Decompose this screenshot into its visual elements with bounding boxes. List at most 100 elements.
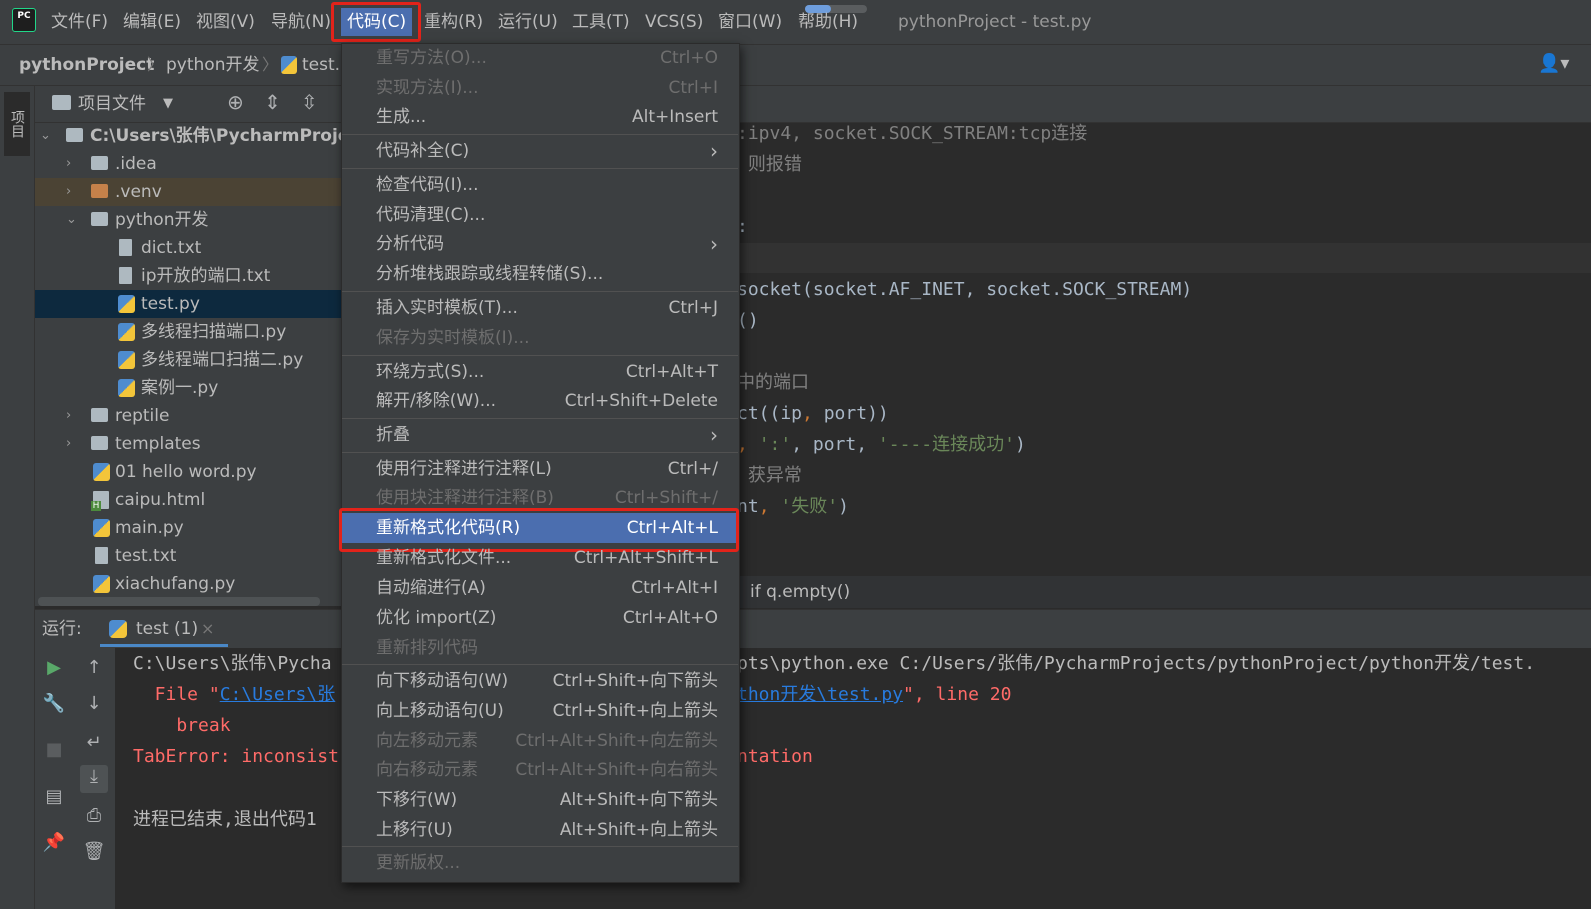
menu-window[interactable]: 窗口(W) [712, 8, 788, 36]
project-view-selector[interactable]: 项目文件 [78, 91, 146, 117]
folder-icon [91, 408, 108, 422]
menu-item-insert-live-template[interactable]: 插入实时模板(T)... Ctrl+J [342, 293, 738, 323]
menu-item-override-methods[interactable]: 重写方法(O)... Ctrl+O [342, 43, 738, 73]
tree-item-venv[interactable]: › .venv [35, 178, 345, 206]
arrow-up-icon[interactable]: ↑ [82, 656, 106, 680]
tree-item-main-py[interactable]: main.py [35, 514, 345, 542]
horizontal-scrollbar[interactable] [38, 597, 320, 606]
menu-item-move-element-right[interactable]: 向右移动元素 Ctrl+Alt+Shift+向右箭头 [342, 755, 738, 785]
console-file-link[interactable]: thon开发\test.py [737, 684, 903, 705]
scroll-to-end-icon[interactable]: ⤓ [80, 765, 108, 793]
code-line: ct((ip, port)) [737, 403, 889, 424]
menu-item-implement-methods[interactable]: 实现方法(I)... Ctrl+I [342, 73, 738, 103]
layout-icon[interactable]: ▤ [42, 785, 66, 809]
menu-refactor[interactable]: 重构(R) [418, 8, 489, 36]
menu-item-code-completion[interactable]: 代码补全(C) › [342, 136, 738, 166]
menu-file[interactable]: 文件(F) [45, 8, 114, 36]
menu-item-move-element-left[interactable]: 向左移动元素 Ctrl+Alt+Shift+向左箭头 [342, 726, 738, 756]
html-file-icon [91, 491, 109, 511]
rerun-icon[interactable]: ▶ [42, 656, 66, 680]
menu-item-move-statement-up[interactable]: 向上移动语句(U) Ctrl+Shift+向上箭头 [342, 696, 738, 726]
tree-item-idea[interactable]: › .idea [35, 150, 345, 178]
chevron-down-icon[interactable]: ⌄ [66, 206, 77, 234]
tree-item-python-dev[interactable]: ⌄ python开发 [35, 206, 345, 234]
tree-item-label: 01 hello word.py [115, 462, 257, 482]
tree-item-multithread-scan[interactable]: 多线程扫描端口.py [35, 318, 345, 346]
trash-icon[interactable]: 🗑 [82, 840, 106, 864]
menu-item-surround-with[interactable]: 环绕方式(S)... Ctrl+Alt+T [342, 357, 738, 387]
code-line: 则报错 [737, 154, 802, 175]
wrench-icon[interactable]: 🔧 [42, 692, 66, 716]
menu-edit[interactable]: 编辑(E) [117, 8, 187, 36]
menu-item-unwrap-remove[interactable]: 解开/移除(W)... Ctrl+Shift+Delete [342, 386, 738, 416]
user-account-icon[interactable]: 👤▾ [1538, 53, 1569, 74]
text-file-icon [119, 267, 132, 284]
chevron-down-icon[interactable]: ⌄ [40, 122, 51, 150]
close-icon[interactable]: × [201, 617, 214, 641]
tree-item-templates[interactable]: › templates [35, 430, 345, 458]
tree-item-reptile[interactable]: › reptile [35, 402, 345, 430]
arrow-down-icon[interactable]: ↓ [82, 692, 106, 716]
menu-run[interactable]: 运行(U) [492, 8, 564, 36]
menu-item-generate[interactable]: 生成... Alt+Insert [342, 102, 738, 132]
print-icon[interactable]: ⎙ [82, 804, 106, 828]
console-line: 进程已结束,退出代码1 [133, 809, 317, 830]
menu-item-folding[interactable]: 折叠 › [342, 420, 738, 450]
menu-view[interactable]: 视图(V) [190, 8, 261, 36]
breadcrumb-separator-icon: 〉 [147, 55, 164, 74]
console-file-link[interactable]: C:\Users\张 [220, 684, 336, 705]
pin-icon[interactable]: 📌 [42, 831, 66, 855]
breadcrumb-folder[interactable]: python开发 [166, 51, 259, 79]
menu-vcs[interactable]: VCS(S) [639, 8, 709, 36]
menu-item-optimize-imports[interactable]: 优化 import(Z) Ctrl+Alt+O [342, 603, 738, 633]
tree-item-multithread-scan-2[interactable]: 多线程端口扫描二.py [35, 346, 345, 374]
chevron-down-icon[interactable]: ▼ [163, 91, 173, 117]
menu-item-update-copyright[interactable]: 更新版权... [342, 848, 738, 878]
tree-item-caipu-html[interactable]: caipu.html [35, 486, 345, 514]
tree-item-label: main.py [115, 518, 184, 538]
python-file-icon [118, 379, 135, 397]
console-line: File "C:\Users\张 [133, 684, 336, 705]
chevron-right-icon[interactable]: › [66, 150, 71, 178]
menu-navigate[interactable]: 导航(N) [265, 8, 337, 36]
menu-tools[interactable]: 工具(T) [566, 8, 636, 36]
menu-item-move-line-up[interactable]: 上移行(U) Alt+Shift+向上箭头 [342, 815, 738, 845]
menu-item-rearrange-code[interactable]: 重新排列代码 [342, 633, 738, 663]
stop-icon[interactable]: ■ [42, 738, 66, 762]
breadcrumb-file[interactable]: test.py [302, 51, 340, 79]
tree-item-example-1[interactable]: 案例一.py [35, 374, 345, 402]
tree-item-ip-ports-txt[interactable]: ip开放的端口.txt [35, 262, 345, 290]
menu-item-inspect-code[interactable]: 检查代码(I)... [342, 170, 738, 200]
window-title: pythonProject - test.py [898, 12, 1092, 32]
collapse-all-icon[interactable]: ⇳ [301, 90, 318, 114]
tool-window-strip [0, 86, 35, 909]
menu-item-move-statement-down[interactable]: 向下移动语句(W) Ctrl+Shift+向下箭头 [342, 666, 738, 696]
editor-breadcrumb[interactable]: if q.empty() [750, 579, 850, 605]
menu-item-analyze-code[interactable]: 分析代码 › [342, 229, 738, 259]
menu-item-reformat-file[interactable]: 重新格式化文件... Ctrl+Alt+Shift+L [342, 543, 738, 573]
menu-item-code-cleanup[interactable]: 代码清理(C)... [342, 200, 738, 230]
tree-item-dict-txt[interactable]: dict.txt [35, 234, 345, 262]
menu-item-move-line-down[interactable]: 下移行(W) Alt+Shift+向下箭头 [342, 785, 738, 815]
code-line: () [737, 310, 759, 331]
menu-item-line-comment[interactable]: 使用行注释进行注释(L) Ctrl+/ [342, 454, 738, 484]
tree-item-test-txt[interactable]: test.txt [35, 542, 345, 570]
tree-item-test-py[interactable]: test.py [35, 290, 345, 318]
menu-item-auto-indent[interactable]: 自动缩进行(A) Ctrl+Alt+I [342, 573, 738, 603]
tree-item-xiachufang[interactable]: xiachufang.py [35, 570, 345, 596]
tree-item-hello-word[interactable]: 01 hello word.py [35, 458, 345, 486]
locate-target-icon[interactable]: ⊕ [227, 90, 244, 114]
breadcrumb-project[interactable]: pythonProject [19, 51, 154, 79]
tree-item-project-root[interactable]: ⌄ C:\Users\张伟\PycharmProjects\pythonProj… [35, 122, 345, 150]
project-tool-tab[interactable]: 项目 [4, 92, 30, 156]
menu-item-save-live-template[interactable]: 保存为实时模板(I)... [342, 323, 738, 353]
tree-item-label: .venv [115, 182, 162, 202]
chevron-right-icon[interactable]: › [66, 402, 71, 430]
menu-item-analyze-stacktrace[interactable]: 分析堆栈跟踪或线程转储(S)... [342, 259, 738, 289]
chevron-right-icon[interactable]: › [66, 430, 71, 458]
soft-wrap-icon[interactable]: ↵ [82, 731, 106, 755]
chevron-right-icon[interactable]: › [66, 178, 71, 206]
menu-help[interactable]: 帮助(H) [792, 8, 864, 36]
tree-item-label: test.txt [115, 546, 177, 566]
expand-all-icon[interactable]: ⇕ [264, 90, 281, 114]
